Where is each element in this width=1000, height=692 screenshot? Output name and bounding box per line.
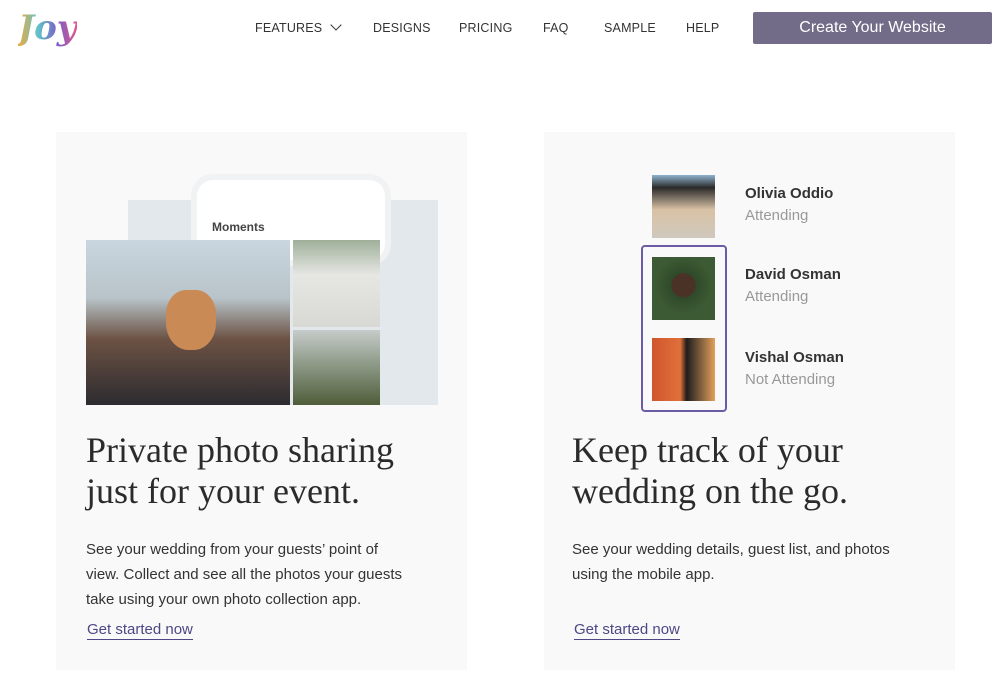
nav-faq[interactable]: FAQ bbox=[543, 21, 569, 35]
guest-avatar bbox=[652, 257, 715, 320]
nav-features-label: FEATURES bbox=[255, 21, 323, 35]
guest-item[interactable]: Vishal Osman Not Attending bbox=[745, 349, 844, 388]
nav-pricing[interactable]: PRICING bbox=[459, 21, 513, 35]
nav-help[interactable]: HELP bbox=[686, 21, 719, 35]
guest-status: Not Attending bbox=[745, 371, 836, 388]
desc-line: See your wedding from your guests’ point… bbox=[86, 541, 379, 558]
guest-avatar bbox=[652, 175, 715, 238]
nav-features[interactable]: FEATURES bbox=[255, 19, 342, 35]
title-line: Keep track of your bbox=[572, 430, 843, 470]
greenery-photo bbox=[293, 330, 380, 405]
desc-line: See your wedding details, guest list, an… bbox=[572, 541, 890, 558]
card-description: See your wedding details, guest list, an… bbox=[572, 537, 890, 587]
create-website-button[interactable]: Create Your Website bbox=[753, 12, 992, 44]
get-started-link[interactable]: Get started now bbox=[87, 621, 193, 640]
guest-name: Olivia Oddio bbox=[745, 185, 834, 202]
guest-status: Attending bbox=[745, 207, 809, 224]
desc-line: using the mobile app. bbox=[572, 566, 715, 583]
guest-status: Attending bbox=[745, 288, 809, 305]
get-started-link[interactable]: Get started now bbox=[574, 621, 680, 640]
nav-sample[interactable]: SAMPLE bbox=[604, 21, 656, 35]
title-line: Private photo sharing bbox=[86, 430, 394, 470]
desc-line: take using your own photo collection app… bbox=[86, 591, 362, 608]
desc-line: view. Collect and see all the photos you… bbox=[86, 566, 403, 583]
card-title: Keep track of your wedding on the go. bbox=[572, 430, 848, 512]
title-line: just for your event. bbox=[86, 471, 360, 511]
guest-item[interactable]: David Osman Attending bbox=[745, 266, 841, 305]
cake-photo bbox=[293, 240, 380, 327]
card-title: Private photo sharing just for your event… bbox=[86, 430, 394, 512]
guest-name: David Osman bbox=[745, 266, 841, 283]
guest-name: Vishal Osman bbox=[745, 349, 844, 366]
moments-label: Moments bbox=[212, 220, 265, 234]
guest-avatar bbox=[652, 338, 715, 401]
couple-dog-photo bbox=[86, 240, 290, 405]
title-line: wedding on the go. bbox=[572, 471, 848, 511]
joy-logo[interactable]: Joy bbox=[18, 8, 77, 48]
card-description: See your wedding from your guests’ point… bbox=[86, 537, 402, 612]
guest-item[interactable]: Olivia Oddio Attending bbox=[745, 185, 833, 224]
chevron-down-icon bbox=[330, 19, 342, 31]
nav-designs[interactable]: DESIGNS bbox=[373, 21, 431, 35]
